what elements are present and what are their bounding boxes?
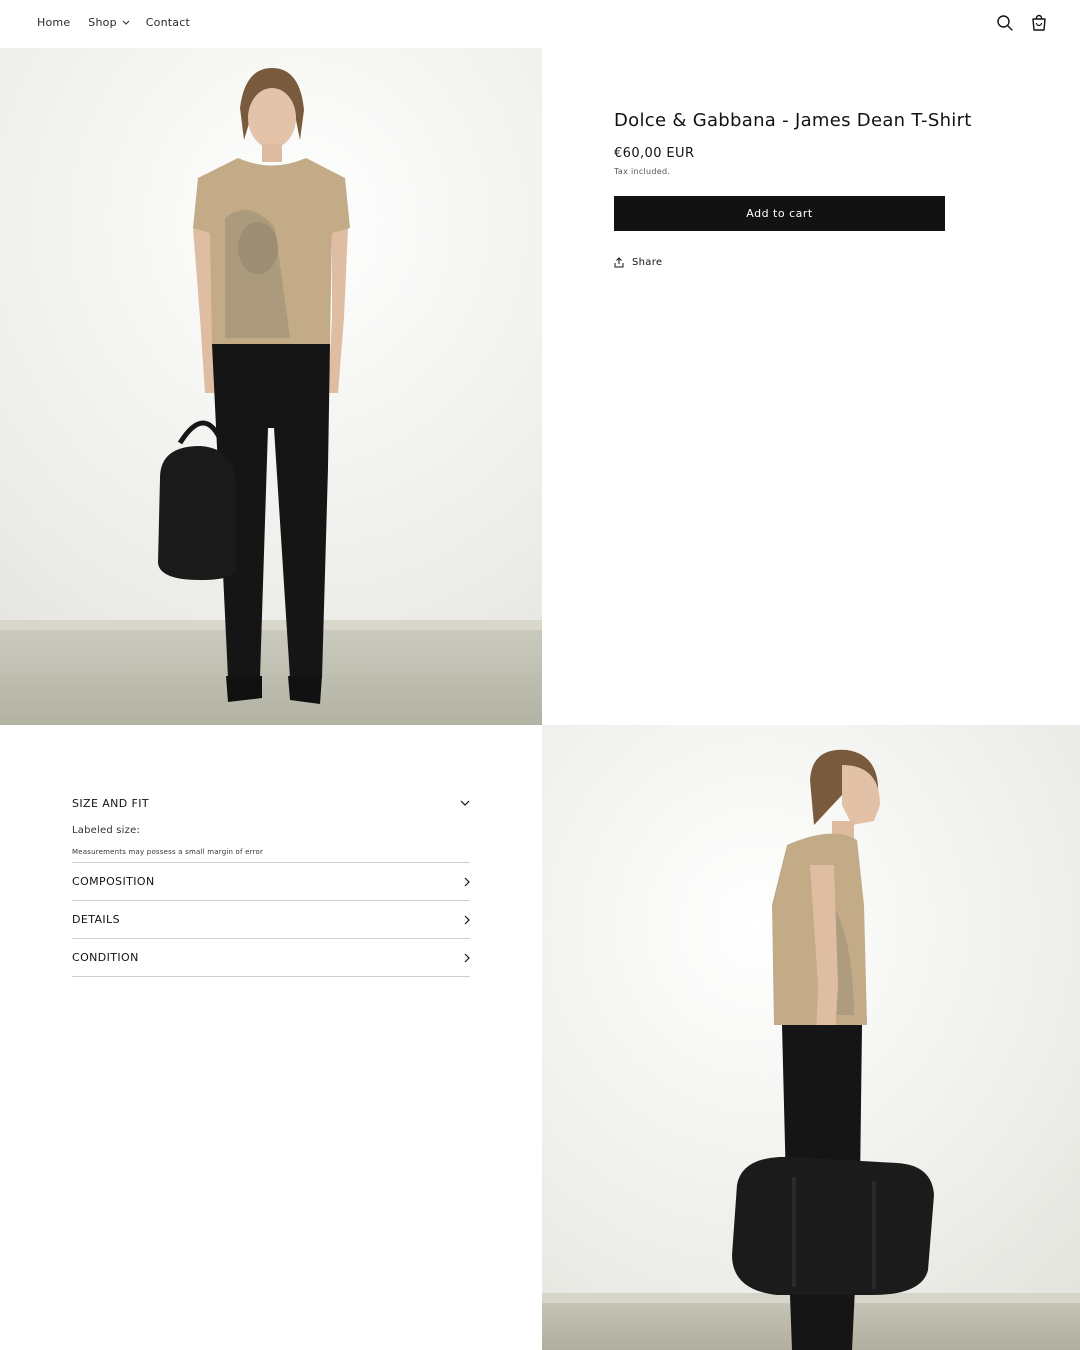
cart-icon[interactable] — [1030, 14, 1048, 32]
accordion-title: CONDITION — [72, 951, 139, 964]
chevron-right-icon — [464, 915, 470, 924]
nav-home-link[interactable]: Home — [37, 16, 70, 29]
main-nav: Home Shop Contact — [37, 16, 190, 29]
tax-note: Tax included. — [614, 167, 671, 176]
accordion-body-size-and-fit: Labeled size: Measurements may possess a… — [72, 825, 470, 862]
accordion-composition[interactable]: COMPOSITION — [72, 863, 470, 901]
nav-contact-link[interactable]: Contact — [146, 16, 190, 29]
search-icon[interactable] — [996, 14, 1014, 32]
share-button[interactable]: Share — [614, 257, 946, 268]
accordion-header-composition[interactable]: COMPOSITION — [72, 863, 470, 900]
accordion-header-condition[interactable]: CONDITION — [72, 939, 470, 976]
accordion-title: COMPOSITION — [72, 875, 155, 888]
measurements-note: Measurements may possess a small margin … — [72, 848, 264, 856]
site-header: Home Shop Contact — [0, 0, 1080, 48]
chevron-right-icon — [464, 953, 470, 962]
add-to-cart-button[interactable]: Add to cart — [614, 196, 945, 231]
product-image-side[interactable] — [542, 725, 1080, 1350]
share-label: Share — [632, 257, 663, 268]
accordion-condition[interactable]: CONDITION — [72, 939, 470, 977]
labeled-size: Labeled size: — [72, 825, 141, 836]
chevron-down-icon — [460, 800, 470, 806]
accordion-size-and-fit: SIZE AND FIT Labeled size: Measurements … — [72, 785, 470, 863]
accordion-header-details[interactable]: DETAILS — [72, 901, 470, 938]
product-info: Dolce & Gabbana - James Dean T-Shirt €60… — [614, 108, 972, 268]
nav-shop-link[interactable]: Shop — [88, 16, 130, 29]
header-icons — [996, 14, 1048, 32]
chevron-right-icon — [464, 877, 470, 886]
accordion-details[interactable]: DETAILS — [72, 901, 470, 939]
accordion-header-size-and-fit[interactable]: SIZE AND FIT — [72, 785, 470, 821]
nav-shop-label: Shop — [88, 16, 117, 29]
accordion-title: SIZE AND FIT — [72, 796, 150, 810]
product-accordion: SIZE AND FIT Labeled size: Measurements … — [72, 785, 470, 977]
share-icon — [614, 257, 624, 268]
product-title: Dolce & Gabbana - James Dean T-Shirt — [614, 110, 972, 131]
product-price: €60,00 EUR — [614, 146, 695, 161]
chevron-down-icon — [122, 20, 130, 25]
product-image-front[interactable] — [0, 48, 542, 725]
accordion-title: DETAILS — [72, 913, 120, 926]
